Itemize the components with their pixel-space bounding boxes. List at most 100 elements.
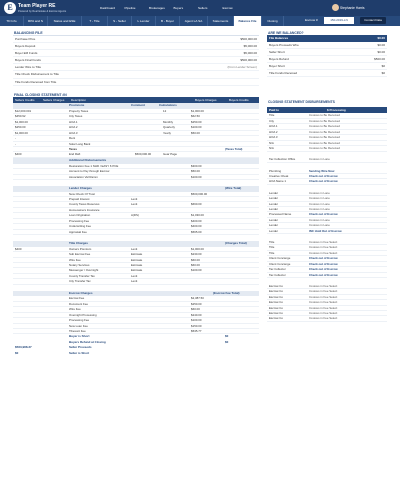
disbursement-row: Escrow Co Invoices in Fee Select xyxy=(267,316,387,322)
balanced-value: $0.00 xyxy=(377,49,385,54)
contact-data-button[interactable]: Contact Data xyxy=(360,17,386,24)
disbursement-row: N/A Invoices to Be Received xyxy=(267,146,387,152)
tab-b-buyer[interactable]: B - Buyer xyxy=(156,16,180,26)
app-logo[interactable]: E xyxy=(4,2,16,14)
escrow-number-label: Escrow # xyxy=(305,17,318,22)
balancing-label: Buyer EM Funds xyxy=(15,51,38,56)
balanced-value: $0 xyxy=(381,63,385,68)
additional-row: Association Val Ramm $100.00 xyxy=(13,175,259,180)
disbursement-status[interactable]: Invoices in Lane xyxy=(309,157,330,162)
disbursement-payee: Escrow Co xyxy=(269,316,283,321)
tab-rpa-and-s[interactable]: RPA and S xyxy=(24,16,48,26)
row-description: Association Val Ramm xyxy=(69,174,98,179)
right-panel: Are We Balanced? File Balances $0.00 Buy… xyxy=(267,30,387,322)
user-avatar[interactable] xyxy=(332,4,339,11)
disbursement-payee: Lender xyxy=(269,228,279,233)
nav-item-brokerages[interactable]: Brokerages xyxy=(149,6,174,10)
title-charges-list: $400 Owners Premium Lenit $1,000.00 Sub Escr… xyxy=(13,247,259,285)
disbursement-status[interactable]: INC Hold Out of Escrow xyxy=(309,229,342,234)
balancing-row: Buyers Deposit $5,000.00 xyxy=(13,43,259,51)
balanced-row: Buyers Refund $500.00 xyxy=(267,56,387,63)
additional-list: Restoration Fee 1 NHD / EASY 6 PCE $300.0… xyxy=(13,164,259,180)
balancing-label: Lender Wire to Title xyxy=(15,65,42,70)
balanced-label: Seller Short xyxy=(269,49,285,54)
summary-seller: $0 xyxy=(15,350,19,355)
disbursement-status[interactable]: Invoices in Fee Select xyxy=(309,316,337,321)
disbursement-row: HOA Name 1 Check out of Escrow xyxy=(267,179,387,185)
balancing-label: Buyers Final Funds xyxy=(15,58,41,63)
tab-status-and-ese[interactable]: Status and ESE xyxy=(48,16,82,26)
closing-summary: Buyer is Short $0 Buyers Refund at Closing… xyxy=(13,334,259,356)
balancing-value[interactable]: $5,000.00 xyxy=(244,43,257,50)
nav-item-escrow[interactable]: Escrow xyxy=(223,6,248,10)
disbursement-payee: N/A xyxy=(269,146,274,151)
title-charges-row: City Transfer Tax Lenit xyxy=(13,279,259,285)
top-navigation-bar: E Team Player RE Powered by Real Estate … xyxy=(0,0,400,16)
balanced-row: Buyer Short $0 xyxy=(267,63,387,70)
disbursement-payee: Tax Collector xyxy=(269,272,286,277)
app-tagline: Powered by Real Estate & Escrow Agents xyxy=(18,9,67,13)
tab-s-seller[interactable]: S - Seller xyxy=(108,16,132,26)
tab-l-lender[interactable]: L Lender xyxy=(132,16,156,26)
disbursement-payee: Tax Collection Office xyxy=(269,157,296,162)
balancing-value[interactable]: $500,000.00 xyxy=(240,36,257,43)
balancing-row: Lender Wire to Title (From Lender Screen) xyxy=(13,64,259,72)
tab-statements[interactable]: Statements xyxy=(208,16,234,26)
balancing-file-list: Purchase Price $500,000.00 Buyers Deposit $… xyxy=(13,35,259,86)
disbursement-status[interactable]: Invoices to Be Received xyxy=(309,146,340,151)
balanced-value: $500.00 xyxy=(374,56,385,61)
balancing-label: Buyers Deposit xyxy=(15,44,36,49)
row-value[interactable]: $565.00 xyxy=(191,230,201,235)
disbursement-row: Lender INC Hold Out of Escrow xyxy=(267,228,387,235)
lender-list: New Check Of Trust $500,000.00 Prepaid Int… xyxy=(13,192,259,236)
nav-item-buyers[interactable]: Buyers xyxy=(174,6,199,10)
balanced-value: $0.00 xyxy=(377,42,385,47)
balanced-label: Buyers Refund xyxy=(269,56,289,61)
balanced-list: Buyers Proceeds Wire $0.00 Seller Short $0.… xyxy=(267,42,387,77)
disbursement-row: Tax Collector Check out of Escrow xyxy=(267,272,387,279)
balancing-value[interactable]: (From Lender Screen) xyxy=(227,64,257,71)
tab-td-info[interactable]: TD Info xyxy=(0,16,24,26)
balanced-row: Buyers Proceeds Wire $0.00 xyxy=(267,42,387,49)
summary-label: Seller is Short xyxy=(69,350,90,355)
provisions-list: $12,000.001 Property Taxes 12 $1,000.00 $450… xyxy=(13,109,259,148)
balancing-label: Title Funds Received from Title xyxy=(15,79,57,84)
tab-t-title[interactable]: T - Title xyxy=(82,16,108,26)
tab-agent-la-sa[interactable]: Agent LA SA xyxy=(180,16,208,26)
nav-item-sellers[interactable]: Sellers xyxy=(198,6,223,10)
balancing-label: Title Check Disbursement to Title xyxy=(15,72,59,77)
main-nav: Dashboard Pipeline Brokerages Buyers Sellers… xyxy=(100,6,247,10)
nav-item-dashboard[interactable]: Dashboard xyxy=(100,6,125,10)
balanced-label: Title Funds Received xyxy=(269,70,298,75)
disbursement-payee: HOA Name 1 xyxy=(269,179,287,184)
balancing-label: Purchase Price xyxy=(15,37,36,41)
row-value[interactable]: $100.00 xyxy=(191,175,201,180)
disbursement-row: Tax Collection Office Invoices in Lane xyxy=(267,157,387,163)
balancing-row: Title Funds Received from Title xyxy=(13,79,259,86)
left-panel: Balancing File Purchase Price $500,000.00… xyxy=(13,30,259,356)
tab-balance-file[interactable]: Balance File xyxy=(234,16,262,26)
escrow-number-value[interactable]: 150-2019-LN xyxy=(324,17,354,24)
balanced-label: Buyer Short xyxy=(269,63,285,68)
balanced-row: Seller Short $0.00 xyxy=(267,49,387,56)
balancing-row: Buyers Final Funds $500,000.00 xyxy=(13,57,259,65)
disbursements-list: Title Invoices to Be Received City Invoices… xyxy=(267,113,387,322)
lender-row: Appraisal Fee $565.00 xyxy=(13,229,259,236)
nav-item-pipeline[interactable]: Pipeline xyxy=(125,6,150,10)
row-description: Appraisal Fee xyxy=(69,229,87,234)
escrow-charges-list: Escrow Fee $2,387.50 Document Fee $250.00 Wi… xyxy=(13,296,259,335)
balancing-row: Title Check Disbursement to Title xyxy=(13,71,259,79)
tab-closing[interactable]: Closing xyxy=(262,16,284,26)
disbursement-status[interactable]: Check out of Escrow xyxy=(309,273,338,278)
app-name: Team Player RE xyxy=(18,3,56,9)
row-description: City Transfer Tax xyxy=(69,279,91,284)
balanced-row: Title Funds Received $0 xyxy=(267,70,387,77)
balancing-value[interactable]: $5,000.00 xyxy=(244,50,257,57)
summary-row: $0 Seller is Short xyxy=(13,351,259,356)
balanced-value: $0 xyxy=(381,70,385,75)
balanced-label: Buyers Proceeds Wire xyxy=(269,42,299,47)
user-name[interactable]: Stephanie Harris xyxy=(340,6,365,10)
balancing-value[interactable]: $500,000.00 xyxy=(240,57,257,64)
balancing-row: Buyer EM Funds $5,000.00 xyxy=(13,50,259,58)
disbursement-status[interactable]: Check out of Escrow xyxy=(309,179,338,184)
